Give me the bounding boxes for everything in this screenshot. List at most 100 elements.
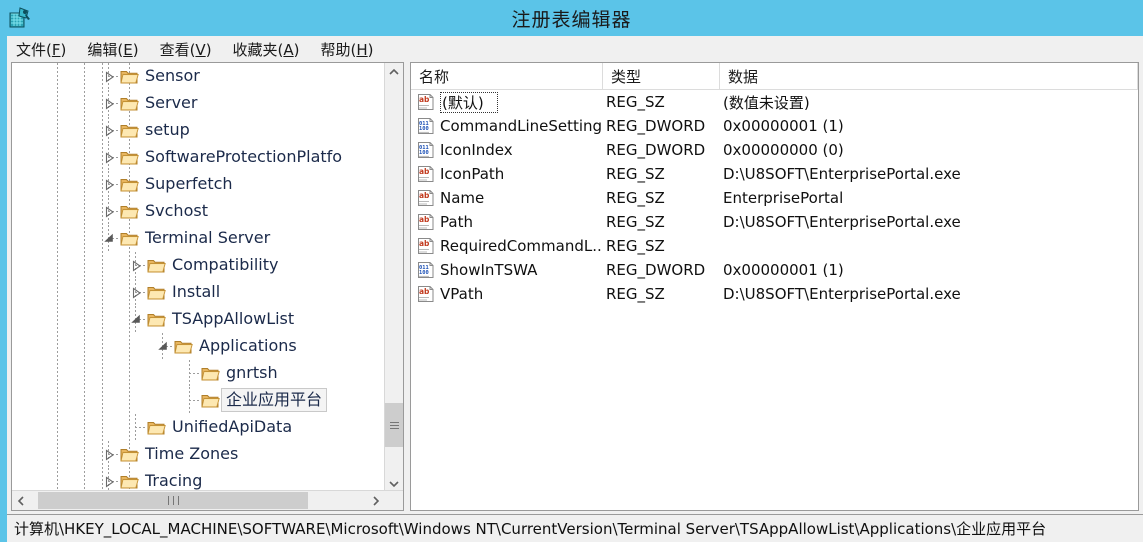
- registry-value-row[interactable]: ab Name REG_SZ EnterprisePortal: [411, 186, 1138, 210]
- folder-icon: [120, 149, 139, 166]
- folder-icon: [120, 95, 139, 112]
- value-name[interactable]: Name: [440, 186, 601, 210]
- tree-node-label[interactable]: Applications: [199, 335, 297, 357]
- tree-node[interactable]: Applications: [12, 333, 386, 360]
- col-header-type[interactable]: 类型: [603, 63, 720, 89]
- value-type: REG_DWORD: [606, 117, 706, 135]
- tree-node-label[interactable]: Svchost: [145, 200, 208, 222]
- expand-arrow-icon[interactable]: [102, 124, 116, 138]
- tree-node-label[interactable]: Tracing: [145, 470, 202, 492]
- tree-node-label[interactable]: TSAppAllowList: [172, 308, 294, 330]
- collapse-arrow-icon[interactable]: [102, 232, 116, 246]
- collapse-arrow-icon[interactable]: [156, 340, 170, 354]
- tree-node-label[interactable]: Time Zones: [145, 443, 238, 465]
- string-value-icon: ab: [417, 165, 435, 183]
- registry-value-row[interactable]: ab VPath REG_SZ D:\U8SOFT\EnterprisePortal.…: [411, 282, 1138, 306]
- menu-favorites[interactable]: 收藏夹(A): [233, 39, 300, 60]
- panes-container: Sensor Server setup SoftwareProtectionPlatf…: [7, 62, 1143, 514]
- registry-values-list: ab (默认) REG_SZ (数值未设置) 011 100 CommandLineSett…: [411, 90, 1138, 306]
- tree-node-label[interactable]: Compatibility: [172, 254, 278, 276]
- menu-edit-acc: E: [123, 40, 133, 59]
- col-header-data[interactable]: 数据: [720, 63, 1138, 89]
- value-name[interactable]: IconIndex: [440, 138, 601, 162]
- expand-arrow-icon[interactable]: [129, 259, 143, 273]
- tree-vertical-scrollbar[interactable]: [384, 63, 403, 493]
- value-name[interactable]: IconPath: [440, 162, 601, 186]
- folder-icon: [120, 446, 139, 463]
- tree-node-label[interactable]: UnifiedApiData: [172, 416, 292, 438]
- value-name[interactable]: (默认): [440, 92, 498, 113]
- chevron-up-icon[interactable]: [385, 63, 403, 81]
- tree-node-label[interactable]: Superfetch: [145, 173, 233, 195]
- menu-help[interactable]: 帮助(H): [321, 39, 374, 60]
- menu-file[interactable]: 文件(F): [16, 39, 66, 60]
- registry-tree-pane[interactable]: Sensor Server setup SoftwareProtectionPlatf…: [11, 62, 404, 511]
- registry-value-row[interactable]: 011 100 CommandLineSetting REG_DWORD 0x00000…: [411, 114, 1138, 138]
- registry-value-row[interactable]: ab IconPath REG_SZ D:\U8SOFT\EnterprisePort…: [411, 162, 1138, 186]
- tree-node[interactable]: Compatibility: [12, 252, 386, 279]
- dword-value-icon: 011 100: [417, 141, 435, 159]
- col-header-name[interactable]: 名称: [411, 63, 603, 89]
- tree-node[interactable]: gnrtsh: [12, 360, 386, 387]
- value-name[interactable]: Path: [440, 210, 601, 234]
- chevron-right-icon[interactable]: [367, 491, 385, 510]
- value-name[interactable]: CommandLineSetting: [440, 114, 601, 138]
- tree-node-label-selected[interactable]: 企业应用平台: [221, 388, 328, 412]
- tree-hscroll-thumb[interactable]: [38, 492, 308, 509]
- expand-arrow-icon[interactable]: [129, 286, 143, 300]
- tree-node-label[interactable]: SoftwareProtectionPlatfo: [145, 146, 386, 168]
- tree-node-label[interactable]: gnrtsh: [226, 362, 278, 384]
- folder-icon: [120, 68, 139, 85]
- registry-value-row[interactable]: ab RequiredCommandL... REG_SZ: [411, 234, 1138, 258]
- value-name[interactable]: VPath: [440, 282, 601, 306]
- tree-node[interactable]: Sensor: [12, 63, 386, 90]
- tree-node-label[interactable]: Server: [145, 92, 197, 114]
- expand-arrow-icon[interactable]: [102, 70, 116, 84]
- tree-node-label[interactable]: setup: [145, 119, 190, 141]
- tree-node[interactable]: Time Zones: [12, 441, 386, 468]
- status-bar: 计算机\HKEY_LOCAL_MACHINE\SOFTWARE\Microsof…: [7, 514, 1143, 542]
- svg-text:ab: ab: [419, 239, 430, 248]
- svg-text:ab: ab: [419, 287, 430, 296]
- tree-node-label[interactable]: Terminal Server: [145, 227, 270, 249]
- menu-help-tail: ): [367, 40, 374, 59]
- tree-node[interactable]: Terminal Server: [12, 225, 386, 252]
- menu-edit[interactable]: 编辑(E): [87, 39, 138, 60]
- chevron-left-icon[interactable]: [12, 491, 30, 510]
- expand-arrow-icon[interactable]: [102, 448, 116, 462]
- tree-node[interactable]: UnifiedApiData: [12, 414, 386, 441]
- registry-value-row[interactable]: 011 100 ShowInTSWA REG_DWORD 0x00000001 (1): [411, 258, 1138, 282]
- collapse-arrow-icon[interactable]: [129, 313, 143, 327]
- expand-arrow-icon[interactable]: [102, 151, 116, 165]
- value-name[interactable]: RequiredCommandL...: [440, 234, 601, 258]
- tree-node[interactable]: Superfetch: [12, 171, 386, 198]
- value-name[interactable]: ShowInTSWA: [440, 258, 601, 282]
- tree-node[interactable]: TSAppAllowList: [12, 306, 386, 333]
- tree-node-label[interactable]: Install: [172, 281, 220, 303]
- value-type: REG_SZ: [606, 189, 665, 207]
- string-value-icon: ab: [417, 93, 435, 111]
- registry-values-pane[interactable]: 名称 类型 数据 ab (默认) REG_SZ (数值未设置) 011 100 CommandL…: [410, 62, 1139, 511]
- registry-value-row[interactable]: ab Path REG_SZ D:\U8SOFT\EnterprisePortal.e…: [411, 210, 1138, 234]
- tree-node[interactable]: Server: [12, 90, 386, 117]
- value-type: REG_SZ: [606, 237, 665, 255]
- folder-icon: [201, 392, 220, 409]
- svg-text:ab: ab: [419, 191, 430, 200]
- menu-view[interactable]: 查看(V): [160, 39, 212, 60]
- tree-node[interactable]: setup: [12, 117, 386, 144]
- tree-node[interactable]: Install: [12, 279, 386, 306]
- tree-node-label[interactable]: Sensor: [145, 65, 200, 87]
- svg-text:ab: ab: [419, 215, 430, 224]
- tree-horizontal-scrollbar[interactable]: [12, 490, 403, 510]
- tree-node[interactable]: SoftwareProtectionPlatfo: [12, 144, 386, 171]
- expand-arrow-icon[interactable]: [102, 178, 116, 192]
- expand-arrow-icon[interactable]: [102, 97, 116, 111]
- tree-node[interactable]: 企业应用平台: [12, 387, 386, 414]
- string-value-icon: ab: [417, 285, 435, 303]
- registry-value-row[interactable]: ab (默认) REG_SZ (数值未设置): [411, 90, 1138, 114]
- expand-arrow-icon[interactable]: [102, 205, 116, 219]
- expand-arrow-icon[interactable]: [102, 475, 116, 489]
- tree-vscroll-thumb[interactable]: [385, 403, 403, 447]
- registry-value-row[interactable]: 011 100 IconIndex REG_DWORD 0x00000000 (0): [411, 138, 1138, 162]
- tree-node[interactable]: Svchost: [12, 198, 386, 225]
